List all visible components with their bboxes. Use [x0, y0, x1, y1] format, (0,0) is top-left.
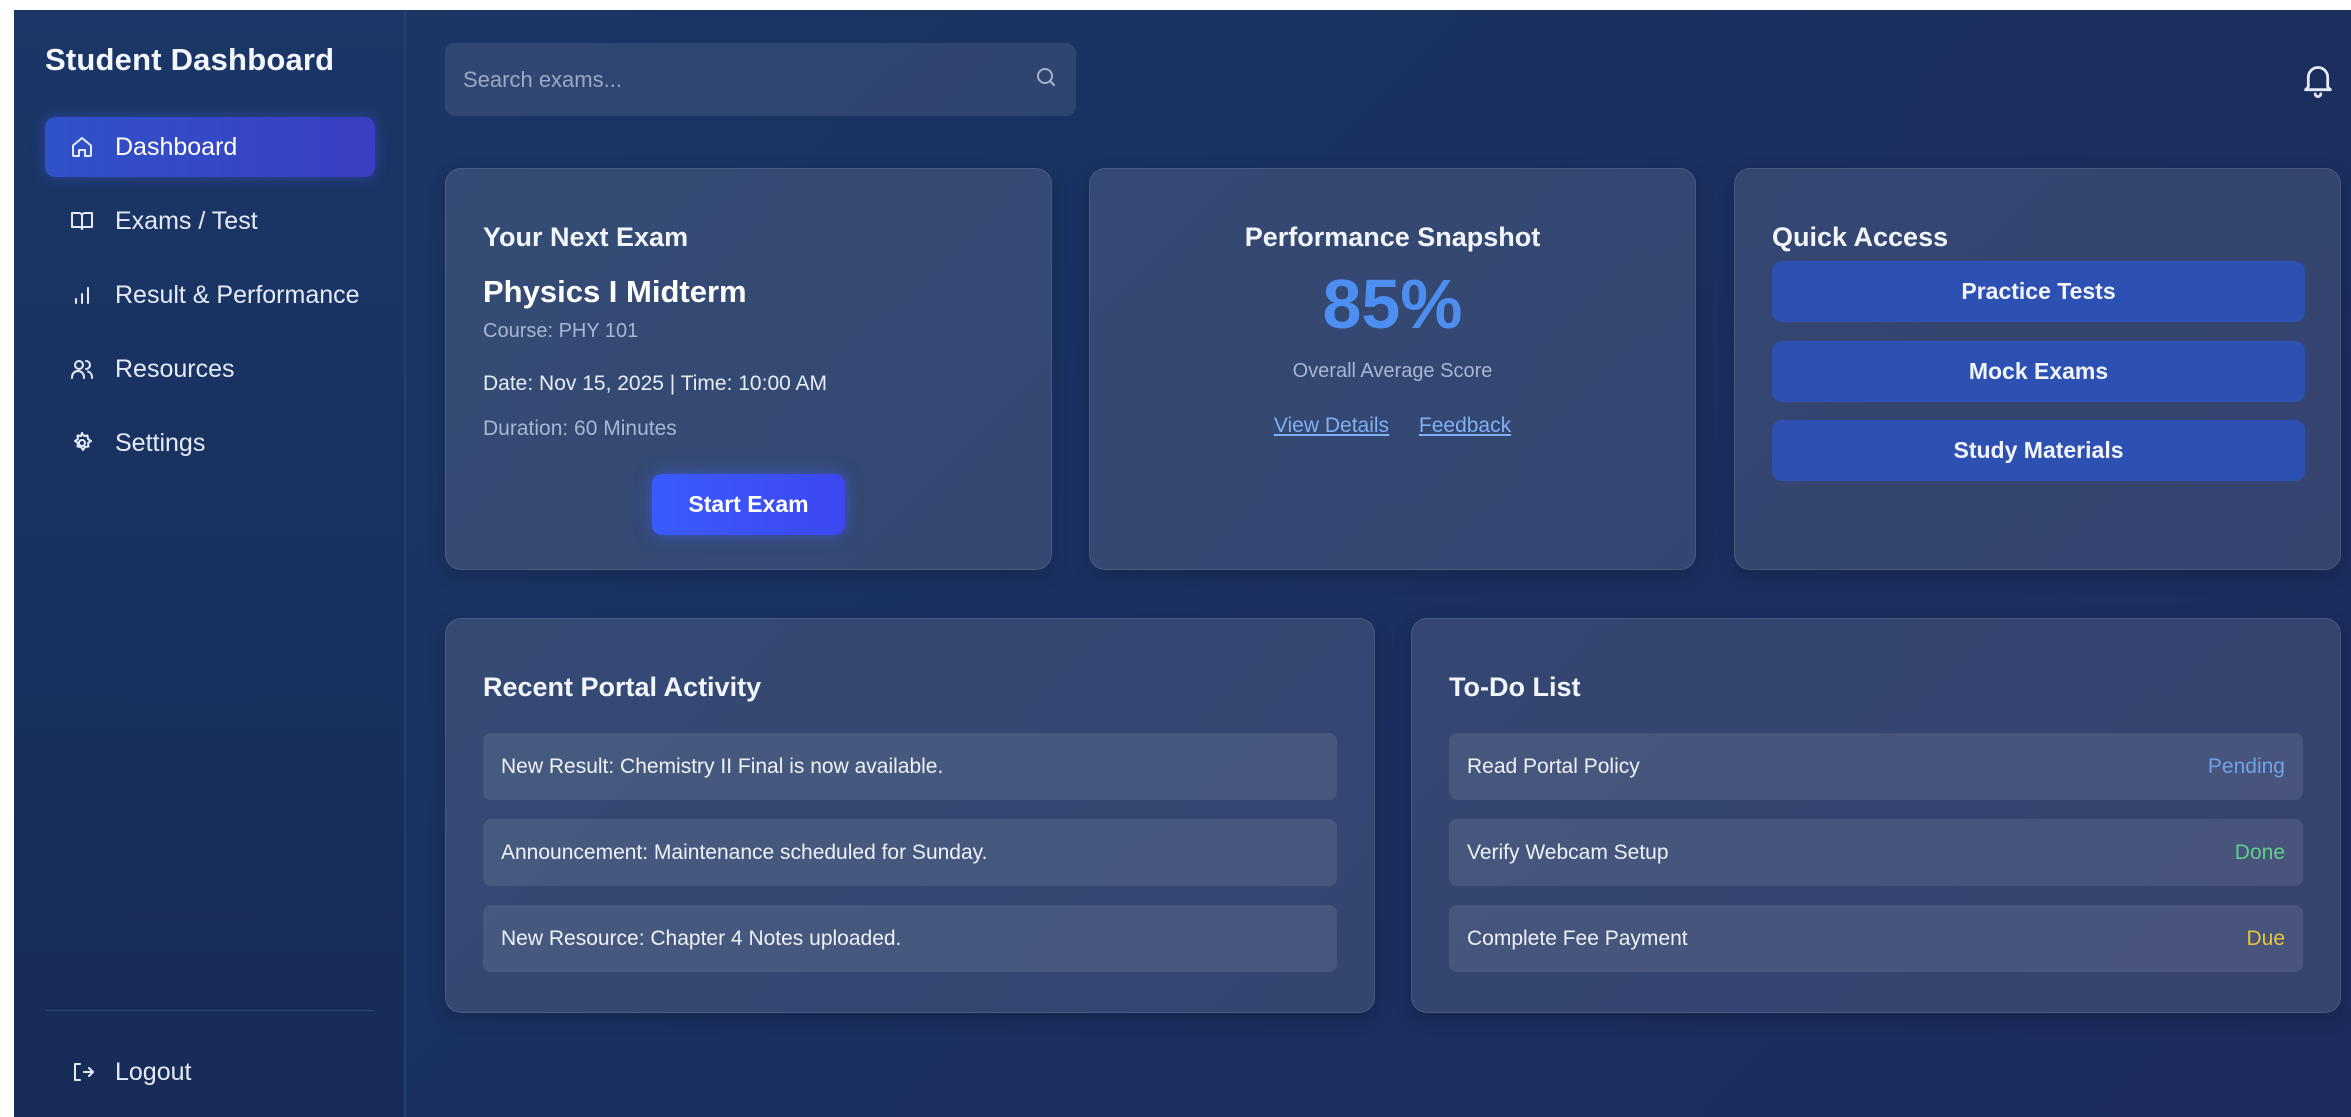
exam-name: Physics I Midterm	[483, 274, 747, 309]
sidebar-item-label: Dashboard	[115, 132, 238, 161]
card-title: Recent Portal Activity	[483, 672, 762, 702]
activity-item: New Result: Chemistry II Final is now av…	[483, 733, 1337, 800]
card-title: Quick Access	[1772, 222, 1949, 252]
score-value: 85%	[1322, 265, 1463, 343]
book-open-icon	[69, 208, 95, 234]
app-window: Student Dashboard Dashboard Exams / Test…	[14, 10, 2351, 1117]
activity-item: Announcement: Maintenance scheduled for …	[483, 819, 1337, 886]
exam-date-time: Date: Nov 15, 2025 | Time: 10:00 AM	[483, 372, 827, 395]
gear-icon	[69, 430, 95, 456]
todo-task: Verify Webcam Setup	[1467, 840, 1669, 864]
score-label: Overall Average Score	[1292, 360, 1493, 382]
bar-chart-icon	[69, 282, 95, 308]
search-bar	[445, 43, 1076, 116]
card-title: Your Next Exam	[483, 222, 689, 252]
mock-exams-button[interactable]: Mock Exams	[1772, 341, 2305, 402]
todo-task: Read Portal Policy	[1467, 754, 1640, 778]
todo-status: Pending	[2207, 754, 2285, 778]
recent-activity-card: Recent Portal Activity New Result: Chemi…	[445, 618, 1375, 1013]
todo-item[interactable]: Complete Fee Payment Due	[1449, 905, 2303, 972]
activity-text: New Resource: Chapter 4 Notes uploaded.	[501, 926, 902, 950]
search-input[interactable]	[463, 66, 1034, 93]
todo-status: Due	[2246, 926, 2285, 950]
sidebar-item-dashboard[interactable]: Dashboard	[45, 117, 375, 177]
users-icon	[69, 356, 95, 382]
logout-label: Logout	[115, 1057, 192, 1086]
start-exam-button[interactable]: Start Exam	[652, 474, 845, 535]
card-title: Performance Snapshot	[1244, 222, 1541, 252]
todo-status: Done	[2234, 840, 2285, 864]
logout-icon	[69, 1059, 95, 1085]
sidebar-title: Student Dashboard	[45, 42, 335, 77]
study-materials-button[interactable]: Study Materials	[1772, 420, 2305, 481]
sidebar-item-label: Settings	[115, 428, 206, 457]
exam-duration: Duration: 60 Minutes	[483, 417, 677, 440]
notification-bell-icon[interactable]	[2301, 62, 2335, 98]
todo-task: Complete Fee Payment	[1467, 926, 1688, 950]
sidebar: Student Dashboard Dashboard Exams / Test…	[14, 10, 406, 1117]
activity-text: New Result: Chemistry II Final is now av…	[501, 754, 944, 778]
sidebar-nav: Dashboard Exams / Test Result & Performa…	[45, 117, 375, 487]
view-details-link[interactable]: View Details	[1274, 414, 1389, 437]
sidebar-item-exams[interactable]: Exams / Test	[45, 191, 375, 251]
performance-links: View Details Feedback	[1090, 414, 1695, 438]
practice-tests-button[interactable]: Practice Tests	[1772, 261, 2305, 322]
logout-button[interactable]: Logout	[45, 1042, 375, 1102]
performance-card: Performance Snapshot 85% Overall Average…	[1089, 168, 1696, 570]
sidebar-item-results[interactable]: Result & Performance	[45, 265, 375, 325]
search-icon[interactable]	[1034, 65, 1058, 94]
feedback-link[interactable]: Feedback	[1419, 414, 1511, 437]
activity-text: Announcement: Maintenance scheduled for …	[501, 840, 988, 864]
sidebar-divider	[45, 1010, 375, 1011]
todo-list-card: To-Do List Read Portal Policy Pending Ve…	[1411, 618, 2341, 1013]
card-title: To-Do List	[1449, 672, 1581, 702]
exam-course: Course: PHY 101	[483, 320, 639, 342]
quick-access-card: Quick Access Practice Tests Mock Exams S…	[1734, 168, 2341, 570]
sidebar-item-label: Result & Performance	[115, 280, 360, 309]
home-icon	[69, 134, 95, 160]
next-exam-card: Your Next Exam Physics I Midterm Course:…	[445, 168, 1052, 570]
sidebar-item-resources[interactable]: Resources	[45, 339, 375, 399]
sidebar-item-label: Resources	[115, 354, 235, 383]
todo-item[interactable]: Read Portal Policy Pending	[1449, 733, 2303, 800]
sidebar-item-label: Exams / Test	[115, 206, 258, 235]
activity-item: New Resource: Chapter 4 Notes uploaded.	[483, 905, 1337, 972]
sidebar-item-settings[interactable]: Settings	[45, 413, 375, 473]
todo-item[interactable]: Verify Webcam Setup Done	[1449, 819, 2303, 886]
